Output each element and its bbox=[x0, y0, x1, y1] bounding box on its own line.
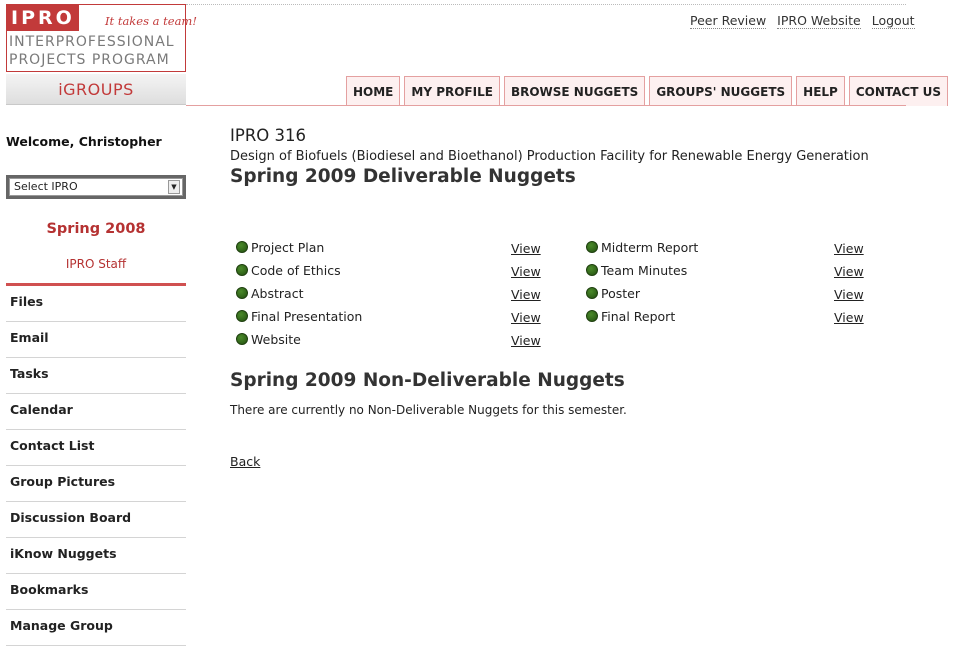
ipro-select-value: Select IPRO bbox=[14, 180, 78, 193]
list-item: Final Presentation bbox=[236, 309, 362, 329]
list-item: Code of Ethics bbox=[236, 263, 341, 283]
group-link[interactable]: IPRO Staff bbox=[6, 257, 186, 271]
tab-browse-nuggets[interactable]: BROWSE NUGGETS bbox=[503, 76, 646, 106]
view-link-final-presentation[interactable]: View bbox=[511, 310, 541, 325]
status-dot-icon bbox=[236, 287, 248, 299]
status-dot-icon bbox=[236, 310, 248, 322]
sidebar-item-files[interactable]: Files bbox=[6, 286, 186, 322]
sidebar-item-bookmarks[interactable]: Bookmarks bbox=[6, 574, 186, 610]
top-links: Peer Review IPRO Website Logout bbox=[690, 13, 922, 29]
course-description: Design of Biofuels (Biodiesel and Bioeth… bbox=[230, 149, 869, 164]
sidebar-item-manage-group[interactable]: Manage Group bbox=[6, 610, 186, 646]
welcome-message: Welcome, Christopher bbox=[6, 134, 162, 149]
list-item: Project Plan bbox=[236, 240, 324, 260]
ipro-select-wrapper: Select IPRO ▼ bbox=[6, 175, 186, 199]
sidebar-item-contact-list[interactable]: Contact List bbox=[6, 430, 186, 466]
tab-home[interactable]: HOME bbox=[346, 76, 401, 106]
view-link-team-minutes[interactable]: View bbox=[834, 264, 864, 279]
igroups-banner: iGROUPS bbox=[6, 74, 186, 105]
nugget-name: Final Presentation bbox=[251, 309, 363, 324]
status-dot-icon bbox=[586, 241, 598, 253]
sidebar-item-email[interactable]: Email bbox=[6, 322, 186, 358]
course-title: IPRO 316 bbox=[230, 126, 307, 145]
sidebar-item-tasks[interactable]: Tasks bbox=[6, 358, 186, 394]
ipro-website-link[interactable]: IPRO Website bbox=[777, 13, 861, 29]
list-item: Poster bbox=[586, 286, 640, 306]
view-link-poster[interactable]: View bbox=[834, 287, 864, 302]
main-content: IPRO 316 Design of Biofuels (Biodiesel a… bbox=[230, 126, 920, 187]
sidebar-item-group-pictures[interactable]: Group Pictures bbox=[6, 466, 186, 502]
header-divider bbox=[186, 4, 906, 5]
nugget-name: Team Minutes bbox=[601, 263, 688, 278]
semester-label: Spring 2008 bbox=[46, 221, 146, 237]
view-link-abstract[interactable]: View bbox=[511, 287, 541, 302]
status-dot-icon bbox=[236, 264, 248, 276]
list-item: Website bbox=[236, 332, 301, 352]
status-dot-icon bbox=[586, 264, 598, 276]
nugget-name: Website bbox=[251, 332, 301, 347]
back-link[interactable]: Back bbox=[230, 454, 260, 469]
tab-help[interactable]: HELP bbox=[796, 76, 845, 106]
nugget-name: Code of Ethics bbox=[251, 263, 341, 278]
ipro-logo[interactable]: IPRO It takes a team! INTERPROFESSIONAL … bbox=[6, 4, 197, 72]
deliverable-heading: Spring 2009 Deliverable Nuggets bbox=[230, 166, 576, 187]
sidebar-item-iknow-nuggets[interactable]: iKnow Nuggets bbox=[6, 538, 186, 574]
sidebar-item-discussion-board[interactable]: Discussion Board bbox=[6, 502, 186, 538]
logo-tagline: It takes a team! bbox=[105, 14, 197, 28]
view-link-midterm-report[interactable]: View bbox=[834, 241, 864, 256]
list-item: Final Report bbox=[586, 309, 675, 329]
nugget-name: Midterm Report bbox=[601, 240, 699, 255]
tab-contact-us[interactable]: CONTACT US bbox=[848, 76, 948, 106]
view-link-code-of-ethics[interactable]: View bbox=[511, 264, 541, 279]
status-dot-icon bbox=[236, 241, 248, 253]
nugget-name: Abstract bbox=[251, 286, 304, 301]
status-dot-icon bbox=[586, 310, 598, 322]
status-dot-icon bbox=[236, 333, 248, 345]
logo-line-2: PROJECTS PROGRAM bbox=[9, 52, 170, 68]
list-item: Abstract bbox=[236, 286, 303, 306]
view-link-final-report[interactable]: View bbox=[834, 310, 864, 325]
tab-groups-nuggets[interactable]: GROUPS' NUGGETS bbox=[649, 76, 793, 106]
logout-link[interactable]: Logout bbox=[871, 13, 915, 29]
nav-divider bbox=[186, 105, 906, 106]
peer-review-link[interactable]: Peer Review bbox=[690, 13, 767, 29]
view-link-project-plan[interactable]: View bbox=[511, 241, 541, 256]
app-name: iGROUPS bbox=[58, 80, 134, 99]
list-item: Midterm Report bbox=[586, 240, 698, 260]
status-dot-icon bbox=[586, 287, 598, 299]
nugget-name: Poster bbox=[601, 286, 640, 301]
chevron-down-icon: ▼ bbox=[168, 180, 180, 194]
ipro-select[interactable]: Select IPRO ▼ bbox=[9, 178, 183, 196]
nugget-name: Project Plan bbox=[251, 240, 325, 255]
empty-state-message: There are currently no Non-Deliverable N… bbox=[230, 403, 627, 417]
view-link-website[interactable]: View bbox=[511, 333, 541, 348]
main-nav: HOME MY PROFILE BROWSE NUGGETS GROUPS' N… bbox=[346, 76, 948, 106]
sidebar-menu: Files Email Tasks Calendar Contact List … bbox=[6, 286, 186, 646]
sidebar-item-calendar[interactable]: Calendar bbox=[6, 394, 186, 430]
logo-line-1: INTERPROFESSIONAL bbox=[9, 34, 175, 50]
nugget-name: Final Report bbox=[601, 309, 676, 324]
tab-my-profile[interactable]: MY PROFILE bbox=[404, 76, 500, 106]
logo-brand: IPRO bbox=[7, 5, 79, 31]
non-deliverable-heading: Spring 2009 Non-Deliverable Nuggets bbox=[230, 370, 625, 391]
list-item: Team Minutes bbox=[586, 263, 687, 283]
